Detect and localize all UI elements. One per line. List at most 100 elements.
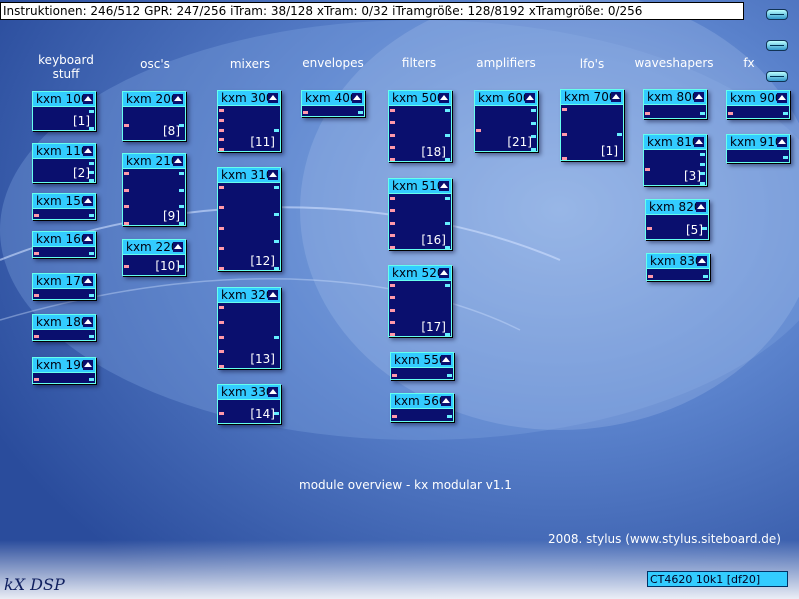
module-title[interactable]: kxm 550 (391, 353, 453, 368)
input-pin[interactable] (390, 145, 395, 149)
module-kxm-150[interactable]: kxm 150 (32, 193, 96, 220)
output-pin[interactable] (445, 109, 450, 112)
module-kxm-500[interactable]: kxm 500 [18] (388, 90, 452, 162)
module-title[interactable]: kxm 210 (123, 154, 185, 169)
output-pin[interactable] (89, 110, 94, 113)
module-title[interactable]: kxm 700 (561, 90, 623, 105)
module-kxm-820[interactable]: kxm 820 [5] (645, 199, 709, 240)
input-pin[interactable] (219, 109, 224, 112)
module-title[interactable]: kxm 110 (33, 144, 95, 159)
input-pin[interactable] (390, 308, 395, 312)
module-title[interactable]: kxm 310 (218, 168, 280, 183)
module-kxm-400[interactable]: kxm 400 (301, 90, 365, 117)
input-pin[interactable] (34, 378, 39, 381)
output-pin[interactable] (445, 284, 450, 287)
output-pin[interactable] (274, 335, 279, 339)
module-kxm-320[interactable]: kxm 320 [13] (217, 287, 281, 369)
module-title[interactable]: kxm 150 (33, 194, 95, 209)
module-kxm-800[interactable]: kxm 800 (643, 89, 707, 119)
collapse-arrow-icon[interactable] (611, 92, 621, 102)
module-title[interactable]: kxm 180 (33, 315, 95, 330)
input-pin[interactable] (392, 415, 397, 418)
module-title[interactable]: kxm 160 (33, 232, 95, 247)
module-kxm-110[interactable]: kxm 110 [2] (32, 143, 96, 183)
module-kxm-510[interactable]: kxm 510 [16] (388, 178, 452, 250)
input-pin[interactable] (124, 205, 129, 209)
input-pin[interactable] (34, 214, 39, 217)
output-pin[interactable] (274, 240, 279, 243)
collapse-arrow-icon[interactable] (83, 360, 93, 370)
output-pin[interactable] (700, 162, 705, 166)
module-kxm-550[interactable]: kxm 550 (390, 352, 454, 380)
input-pin[interactable] (219, 320, 224, 324)
output-pin[interactable] (89, 294, 94, 297)
input-pin[interactable] (219, 118, 224, 122)
input-pin[interactable] (647, 227, 652, 230)
output-pin[interactable] (89, 335, 94, 338)
collapse-arrow-icon[interactable] (439, 93, 449, 103)
module-kxm-830[interactable]: kxm 830 (646, 253, 710, 281)
module-kxm-520[interactable]: kxm 520 [17] (388, 265, 452, 337)
output-pin[interactable] (179, 188, 184, 192)
input-pin[interactable] (562, 132, 567, 136)
module-title[interactable]: kxm 810 (644, 135, 706, 150)
output-pin[interactable] (179, 172, 184, 175)
input-pin[interactable] (219, 411, 224, 415)
input-pin[interactable] (390, 133, 395, 137)
input-pin[interactable] (392, 373, 397, 377)
output-pin[interactable] (89, 252, 94, 255)
collapse-arrow-icon[interactable] (83, 317, 93, 327)
output-pin[interactable] (274, 213, 279, 216)
collapse-arrow-icon[interactable] (268, 290, 278, 300)
collapse-arrow-icon[interactable] (83, 196, 93, 206)
output-pin[interactable] (700, 111, 705, 115)
input-pin[interactable] (124, 222, 129, 225)
module-title[interactable]: kxm 820 (646, 200, 708, 215)
module-title[interactable]: kxm 560 (391, 394, 453, 409)
output-pin[interactable] (89, 214, 94, 217)
output-pin[interactable] (531, 109, 536, 112)
module-title[interactable]: kxm 170 (33, 274, 95, 289)
input-pin[interactable] (219, 206, 224, 210)
output-pin[interactable] (445, 197, 450, 200)
window-button-1[interactable] (766, 9, 788, 20)
output-pin[interactable] (445, 221, 450, 225)
input-pin[interactable] (390, 121, 395, 125)
module-title[interactable]: kxm 400 (302, 91, 364, 106)
module-kxm-210[interactable]: kxm 210 [9] (122, 153, 186, 226)
module-title[interactable]: kxm 600 (475, 91, 537, 106)
module-kxm-170[interactable]: kxm 170 (32, 273, 96, 300)
input-pin[interactable] (390, 209, 395, 213)
input-pin[interactable] (562, 108, 567, 111)
input-pin[interactable] (390, 221, 395, 225)
collapse-arrow-icon[interactable] (696, 202, 706, 212)
module-kxm-310[interactable]: kxm 310 [12] (217, 167, 281, 271)
input-pin[interactable] (34, 252, 39, 255)
module-kxm-910[interactable]: kxm 910 (726, 134, 790, 163)
module-title[interactable]: kxm 200 (123, 92, 185, 107)
output-pin[interactable] (783, 156, 788, 159)
module-title[interactable]: kxm 830 (647, 254, 709, 269)
window-button-2[interactable] (766, 40, 788, 51)
output-pin[interactable] (358, 111, 363, 114)
module-kxm-560[interactable]: kxm 560 (390, 393, 454, 422)
module-title[interactable]: kxm 800 (644, 90, 706, 105)
collapse-arrow-icon[interactable] (173, 242, 183, 252)
input-pin[interactable] (219, 186, 224, 189)
collapse-arrow-icon[interactable] (694, 92, 704, 102)
module-kxm-220[interactable]: kxm 220 [10] (122, 239, 186, 276)
module-kxm-330[interactable]: kxm 330 [14] (217, 384, 281, 424)
module-title[interactable]: kxm 190 (33, 358, 95, 373)
input-pin[interactable] (390, 296, 395, 300)
collapse-arrow-icon[interactable] (525, 93, 535, 103)
module-title[interactable]: kxm 510 (389, 179, 451, 194)
output-pin[interactable] (445, 133, 450, 137)
module-title[interactable]: kxm 330 (218, 385, 280, 400)
module-title[interactable]: kxm 900 (727, 91, 789, 106)
input-pin[interactable] (645, 167, 650, 171)
module-kxm-700[interactable]: kxm 700 [1] (560, 89, 624, 161)
output-pin[interactable] (274, 128, 279, 132)
input-pin[interactable] (219, 246, 224, 250)
output-pin[interactable] (783, 112, 788, 115)
module-kxm-900[interactable]: kxm 900 (726, 90, 790, 119)
